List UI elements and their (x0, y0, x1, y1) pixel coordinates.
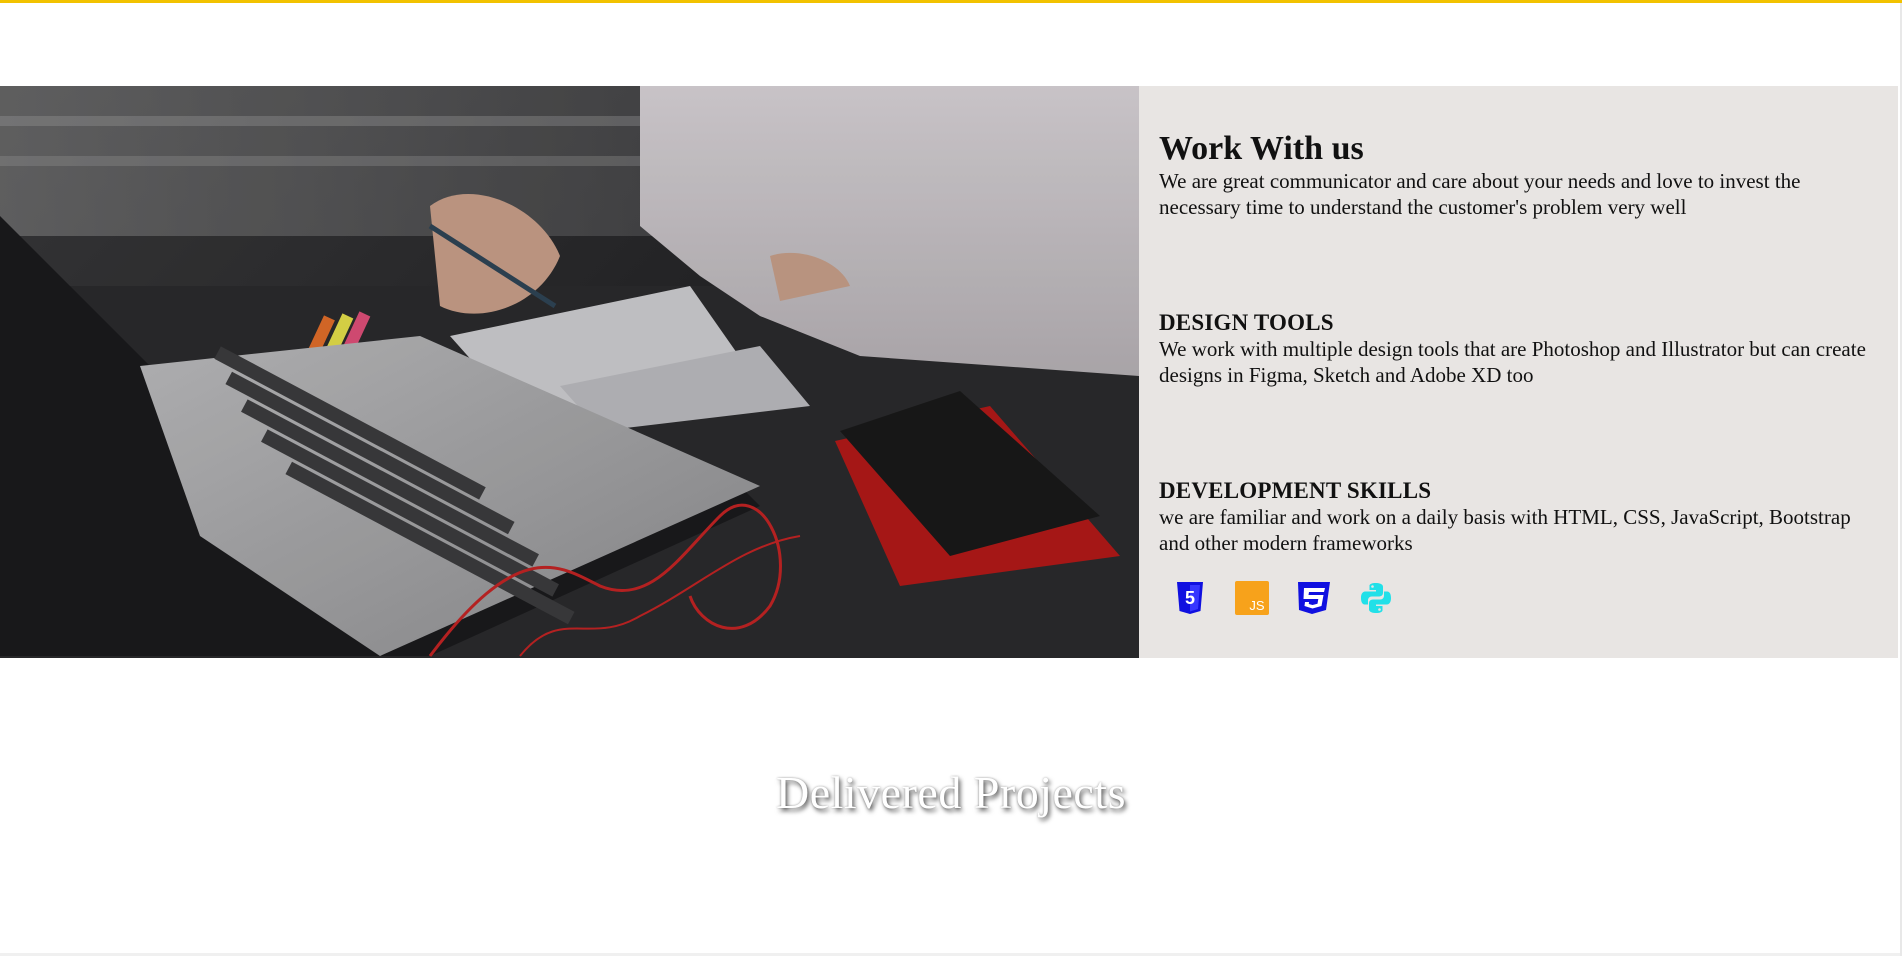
development-skills-text: we are familiar and work on a daily basi… (1159, 505, 1851, 555)
work-with-us-section: Work With us We are great communicator a… (0, 86, 1898, 658)
html5-icon: 5 (1159, 578, 1221, 618)
development-skills-block: DEVELOPMENT SKILLS we are familiar and w… (1159, 478, 1878, 556)
svg-text:JS: JS (1249, 598, 1265, 613)
work-with-us-intro: We are great communicator and care about… (1159, 169, 1801, 219)
python-icon (1345, 578, 1407, 618)
javascript-icon: JS (1221, 578, 1283, 618)
top-accent-line (0, 0, 1902, 3)
delivered-projects-section: Delivered Projects (0, 766, 1902, 819)
design-tools-heading: DESIGN TOOLS (1159, 310, 1334, 335)
development-skills-heading: DEVELOPMENT SKILLS (1159, 478, 1432, 503)
css3-icon (1283, 578, 1345, 618)
workspace-photo (0, 86, 1139, 658)
work-with-us-info: Work With us We are great communicator a… (1139, 86, 1898, 658)
workspace-photo-illustration (0, 86, 1139, 658)
design-tools-text: We work with multiple design tools that … (1159, 337, 1866, 387)
design-tools-block: DESIGN TOOLS We work with multiple desig… (1159, 310, 1878, 388)
svg-text:5: 5 (1185, 588, 1195, 608)
work-with-us-title: Work With us (1159, 130, 1364, 167)
delivered-projects-title: Delivered Projects (775, 767, 1127, 818)
tech-icons-row: 5 JS (1159, 578, 1878, 618)
